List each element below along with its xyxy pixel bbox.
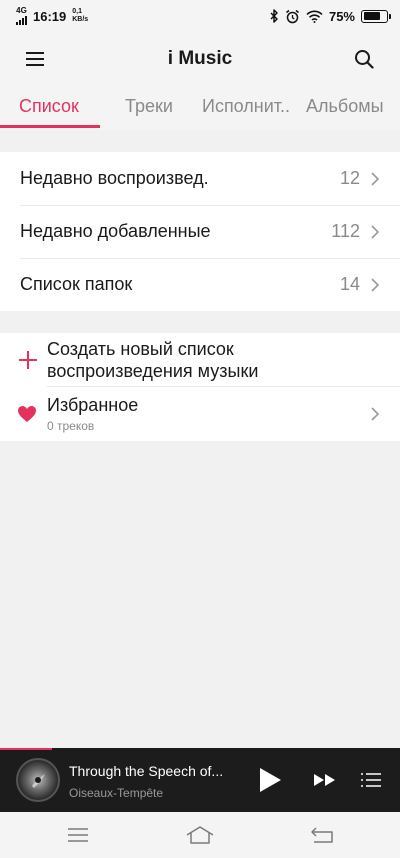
list-item-count: 12: [339, 168, 360, 188]
list-item-count: 112: [331, 221, 360, 241]
back-icon[interactable]: [306, 824, 338, 846]
playlists-section: Создать новый список воспроизведения муз…: [0, 333, 400, 441]
network-indicator: 4G: [16, 7, 27, 25]
favorites-track-count: 0 треков: [47, 418, 95, 433]
list-item-folders[interactable]: Список папок 14: [0, 258, 400, 311]
create-playlist-button[interactable]: Создать новый список воспроизведения муз…: [0, 333, 400, 386]
favorites-title: Избранное: [47, 394, 139, 415]
speed-unit: KB/s: [72, 16, 89, 23]
plus-icon: [19, 350, 37, 369]
track-title: Through the Speech of...: [69, 763, 224, 779]
create-playlist-line2: воспроизведения музыки: [47, 360, 259, 381]
list-item-count: 14: [339, 274, 360, 294]
mini-player[interactable]: Through the Speech of... Oiseaux-Tempête: [0, 748, 400, 812]
tab-albums[interactable]: Альбомы: [306, 96, 384, 117]
recents-menu-icon[interactable]: [62, 824, 94, 846]
tab-list[interactable]: Список: [19, 96, 79, 117]
library-list: Недавно воспроизвед. 12 Недавно добавлен…: [0, 152, 400, 311]
menu-icon[interactable]: [21, 45, 49, 73]
home-icon[interactable]: [184, 824, 216, 846]
system-nav-bar: [0, 812, 400, 858]
playback-progress: [0, 748, 52, 750]
list-item-label: Недавно добавленные: [20, 221, 211, 241]
heart-icon: [18, 405, 36, 422]
wifi-icon: [306, 10, 323, 23]
list-item-recently-played[interactable]: Недавно воспроизвед. 12: [0, 152, 400, 205]
status-time: 16:19: [33, 8, 67, 24]
search-icon[interactable]: [350, 45, 378, 73]
track-artist: Oiseaux-Tempête: [69, 786, 164, 800]
create-playlist-line1: Создать новый список: [47, 338, 234, 359]
battery-percent: 75%: [328, 8, 355, 24]
app-bar: i Music: [0, 32, 400, 86]
list-item-label: Недавно воспроизвед.: [20, 168, 209, 188]
network-type: 4G: [16, 6, 27, 15]
chevron-right-icon: [371, 277, 380, 292]
queue-icon[interactable]: [358, 770, 384, 790]
chevron-right-icon: [371, 224, 380, 239]
tab-tracks[interactable]: Треки: [125, 96, 173, 117]
album-art[interactable]: [16, 758, 60, 802]
alarm-icon: [286, 9, 299, 23]
next-icon[interactable]: [312, 770, 338, 790]
list-item-recently-added[interactable]: Недавно добавленные 112: [0, 205, 400, 258]
list-item-label: Список папок: [20, 274, 133, 294]
chevron-right-icon: [371, 406, 380, 421]
play-icon[interactable]: [256, 766, 284, 794]
chevron-right-icon: [371, 171, 380, 186]
signal-icon: [16, 15, 27, 25]
network-speed: 0,1 KB/s: [72, 8, 88, 24]
bluetooth-icon: [270, 9, 278, 23]
tab-artists[interactable]: Исполнит..: [202, 96, 290, 117]
battery-icon: [361, 9, 391, 23]
favorites-playlist[interactable]: Избранное 0 треков: [0, 386, 400, 441]
speed-value: 0,1: [72, 8, 82, 15]
active-tab-indicator: [0, 125, 100, 128]
tab-bar: Список Треки Исполнит.. Альбомы: [0, 86, 400, 130]
status-bar: 4G 16:19 0,1 KB/s 75%: [0, 0, 400, 32]
app-title: i Music: [167, 48, 233, 69]
